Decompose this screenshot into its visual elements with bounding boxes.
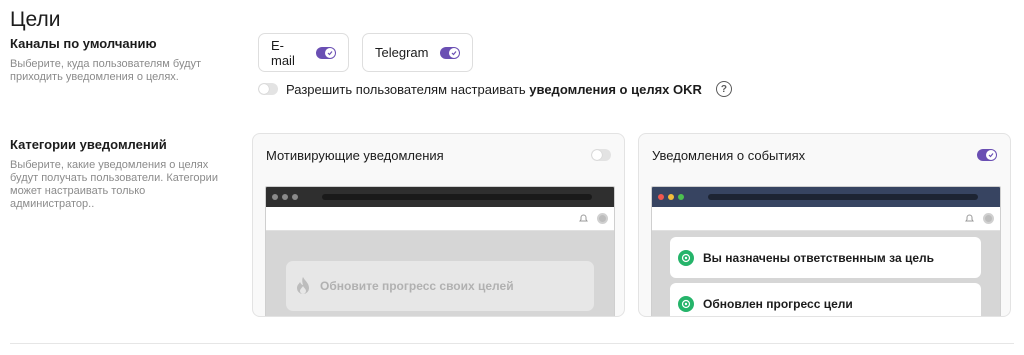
preview-titlebar (652, 187, 1000, 207)
toggle-knob (986, 150, 996, 160)
preview-window: Обновите прогресс своих целей (265, 186, 615, 316)
preview-notification-text: Обновлен прогресс цели (703, 296, 853, 311)
category-card-header: Уведомления о событиях (639, 134, 1010, 176)
allow-users-text-bold: уведомления о целях OKR (529, 81, 702, 97)
bell-icon (965, 214, 974, 222)
window-dot (292, 194, 298, 200)
categories-description-line: администратор.. (10, 198, 95, 210)
categories-description-line: будут получать пользователи. Категории (10, 172, 218, 184)
allow-users-row: Разрешить пользователям настраивать увед… (258, 81, 732, 97)
help-icon[interactable]: ? (715, 81, 732, 97)
preview-toolbar (652, 207, 1000, 231)
preview-notification: Вы назначены ответственным за цель (670, 237, 981, 278)
category-card-events: Уведомления о событиях Вы назначены отве… (638, 133, 1011, 317)
channels-description-line: приходить уведомления о целях. (10, 71, 179, 83)
window-dot (678, 194, 684, 200)
channel-telegram-card[interactable]: Telegram (362, 33, 473, 72)
window-dot (272, 194, 278, 200)
target-icon (678, 249, 694, 266)
preview-window: Вы назначены ответственным за цель Обнов… (651, 186, 1001, 316)
channels-section-description: Выберите, куда пользователям будут прихо… (10, 58, 201, 84)
category-card-motivating: Мотивирующие уведомления Обновите прогре… (252, 133, 625, 317)
channel-email-toggle[interactable] (316, 46, 336, 59)
avatar (983, 213, 994, 224)
toggle-knob (449, 47, 460, 58)
window-dot (658, 194, 664, 200)
window-dot (668, 194, 674, 200)
allow-users-toggle[interactable] (258, 83, 278, 95)
category-events-toggle[interactable] (977, 149, 997, 161)
preview-titlebar (266, 187, 614, 207)
category-card-title: Уведомления о событиях (652, 147, 806, 163)
channels-description-line: Выберите, куда пользователям будут (10, 58, 202, 70)
preview-url-bar (322, 194, 592, 200)
channel-email-label: E-mail (271, 37, 295, 68)
categories-section-title: Категории уведомлений (10, 137, 167, 152)
check-icon (452, 50, 457, 55)
allow-users-label: Разрешить пользователям настраивать увед… (286, 82, 702, 97)
section-divider (10, 343, 1014, 344)
preview-notification-text: Обновите прогресс своих целей (320, 279, 514, 293)
check-icon (327, 50, 333, 55)
flame-icon (297, 277, 309, 294)
channel-telegram-toggle[interactable] (440, 46, 461, 59)
toggle-knob (259, 84, 269, 94)
channel-email-card[interactable]: E-mail (258, 33, 349, 72)
category-card-title: Мотивирующие уведомления (266, 147, 444, 163)
preview-url-bar (708, 194, 978, 200)
check-icon (988, 153, 994, 158)
preview-notification: Обновлен прогресс цели (670, 283, 981, 316)
preview-notification-text: Вы назначены ответственным за цель (703, 250, 934, 265)
page-title: Цели (10, 8, 61, 31)
categories-description-line: Выберите, какие уведомления о целях (10, 159, 209, 171)
avatar (597, 213, 608, 224)
window-dot (282, 194, 288, 200)
bell-icon (579, 214, 588, 222)
toggle-knob (325, 47, 335, 58)
channel-telegram-label: Telegram (375, 45, 429, 60)
preview-toolbar (266, 207, 614, 231)
allow-users-text: Разрешить пользователям настраивать (286, 81, 530, 97)
categories-description-line: может настраивать только (10, 185, 146, 197)
target-icon (678, 295, 694, 312)
preview-notification: Обновите прогресс своих целей (286, 261, 594, 311)
channels-section-title: Каналы по умолчанию (10, 36, 157, 51)
category-card-header: Мотивирующие уведомления (253, 134, 624, 176)
category-motivating-toggle[interactable] (591, 149, 611, 161)
toggle-knob (592, 150, 602, 160)
categories-section-description: Выберите, какие уведомления о целях буду… (10, 159, 218, 211)
